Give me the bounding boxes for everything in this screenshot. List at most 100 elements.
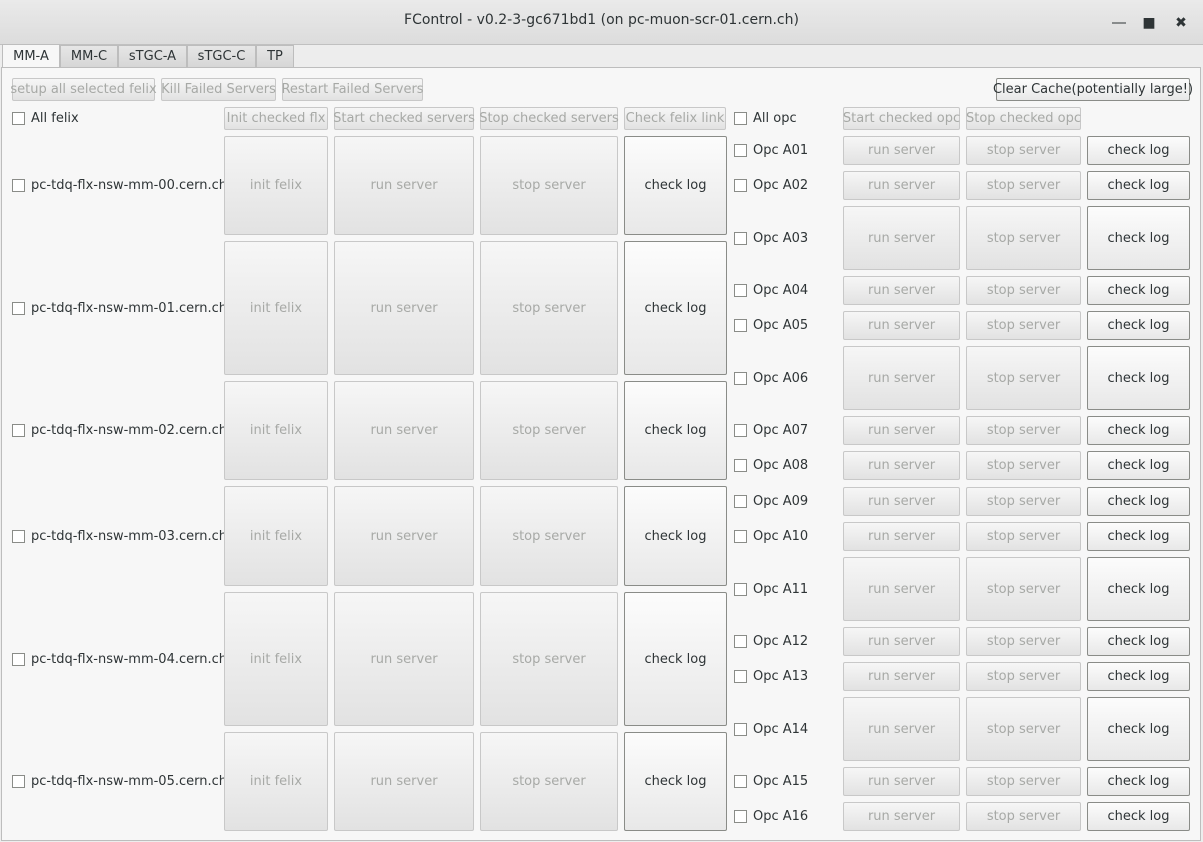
stop-server-button[interactable]: stop server [480, 241, 618, 375]
opc-row-checkbox[interactable]: Opc A15 [734, 774, 808, 789]
run-server-button[interactable]: run server [843, 627, 960, 656]
run-server-button[interactable]: run server [843, 206, 960, 270]
run-server-button[interactable]: run server [843, 802, 960, 831]
felix-row-checkbox[interactable]: pc-tdq-flx-nsw-mm-00.cern.ch [12, 178, 227, 193]
run-server-button[interactable]: run server [334, 732, 474, 831]
opc-row-checkbox[interactable]: Opc A02 [734, 178, 808, 193]
checkbox-box[interactable] [734, 112, 747, 125]
init-felix-button[interactable]: init felix [224, 381, 328, 480]
opc-row-checkbox[interactable]: Opc A12 [734, 634, 808, 649]
init-felix-button[interactable]: init felix [224, 732, 328, 831]
checkbox-box[interactable] [734, 723, 747, 736]
checkbox-box[interactable] [12, 653, 25, 666]
stop-server-button[interactable]: stop server [966, 557, 1081, 621]
opc-row-checkbox[interactable]: Opc A03 [734, 231, 808, 246]
check-log-button[interactable]: check log [624, 136, 727, 235]
stop-server-button[interactable]: stop server [966, 522, 1081, 551]
init-felix-button[interactable]: init felix [224, 592, 328, 726]
start-checked-servers-button[interactable]: Start checked servers [333, 107, 475, 130]
all-opc-checkbox[interactable]: All opc [734, 111, 797, 126]
check-log-button[interactable]: check log [624, 241, 727, 375]
opc-row-checkbox[interactable]: Opc A09 [734, 494, 808, 509]
check-log-button[interactable]: check log [624, 592, 727, 726]
run-server-button[interactable]: run server [334, 592, 474, 726]
checkbox-box[interactable] [734, 284, 747, 297]
checkbox-box[interactable] [734, 530, 747, 543]
run-server-button[interactable]: run server [334, 241, 474, 375]
opc-row-checkbox[interactable]: Opc A08 [734, 458, 808, 473]
opc-row-checkbox[interactable]: Opc A06 [734, 371, 808, 386]
checkbox-box[interactable] [734, 459, 747, 472]
stop-server-button[interactable]: stop server [966, 767, 1081, 796]
check-log-button[interactable]: check log [1087, 522, 1190, 551]
minimize-icon[interactable]: ― [1108, 12, 1130, 34]
run-server-button[interactable]: run server [843, 311, 960, 340]
felix-row-checkbox[interactable]: pc-tdq-flx-nsw-mm-05.cern.ch [12, 774, 227, 789]
checkbox-box[interactable] [12, 775, 25, 788]
run-server-button[interactable]: run server [334, 381, 474, 480]
checkbox-box[interactable] [734, 635, 747, 648]
run-server-button[interactable]: run server [843, 171, 960, 200]
stop-server-button[interactable]: stop server [480, 381, 618, 480]
check-felix-link-button[interactable]: Check felix link [624, 107, 726, 130]
stop-server-button[interactable]: stop server [966, 662, 1081, 691]
checkbox-box[interactable] [734, 319, 747, 332]
run-server-button[interactable]: run server [843, 346, 960, 410]
check-log-button[interactable]: check log [1087, 557, 1190, 621]
opc-row-checkbox[interactable]: Opc A16 [734, 809, 808, 824]
opc-row-checkbox[interactable]: Opc A13 [734, 669, 808, 684]
run-server-button[interactable]: run server [843, 557, 960, 621]
stop-server-button[interactable]: stop server [966, 171, 1081, 200]
stop-server-button[interactable]: stop server [966, 451, 1081, 480]
run-server-button[interactable]: run server [334, 136, 474, 235]
tab-mm-c[interactable]: MM-C [60, 45, 118, 67]
checkbox-box[interactable] [734, 775, 747, 788]
checkbox-box[interactable] [734, 495, 747, 508]
checkbox-box[interactable] [734, 372, 747, 385]
checkbox-box[interactable] [12, 530, 25, 543]
run-server-button[interactable]: run server [843, 276, 960, 305]
run-server-button[interactable]: run server [843, 522, 960, 551]
stop-server-button[interactable]: stop server [966, 311, 1081, 340]
tab-tp[interactable]: TP [256, 45, 294, 67]
stop-server-button[interactable]: stop server [480, 486, 618, 586]
opc-row-checkbox[interactable]: Opc A01 [734, 143, 808, 158]
stop-server-button[interactable]: stop server [480, 136, 618, 235]
stop-server-button[interactable]: stop server [966, 206, 1081, 270]
check-log-button[interactable]: check log [1087, 416, 1190, 445]
all-felix-checkbox[interactable]: All felix [12, 111, 79, 126]
felix-row-checkbox[interactable]: pc-tdq-flx-nsw-mm-02.cern.ch [12, 423, 227, 438]
start-checked-opc-button[interactable]: Start checked opc [843, 107, 960, 130]
checkbox-box[interactable] [12, 179, 25, 192]
setup-all-selected-felix-button[interactable]: setup all selected felix [10, 78, 157, 101]
restart-failed-servers-button[interactable]: Restart Failed Servers [281, 78, 424, 101]
run-server-button[interactable]: run server [843, 767, 960, 796]
check-log-button[interactable]: check log [1087, 662, 1190, 691]
felix-row-checkbox[interactable]: pc-tdq-flx-nsw-mm-01.cern.ch [12, 301, 227, 316]
init-felix-button[interactable]: init felix [224, 136, 328, 235]
init-felix-button[interactable]: init felix [224, 486, 328, 586]
stop-server-button[interactable]: stop server [966, 697, 1081, 761]
check-log-button[interactable]: check log [1087, 136, 1190, 165]
check-log-button[interactable]: check log [1087, 697, 1190, 761]
checkbox-box[interactable] [12, 424, 25, 437]
check-log-button[interactable]: check log [1087, 346, 1190, 410]
opc-row-checkbox[interactable]: Opc A14 [734, 722, 808, 737]
opc-row-checkbox[interactable]: Opc A04 [734, 283, 808, 298]
check-log-button[interactable]: check log [1087, 206, 1190, 270]
checkbox-box[interactable] [734, 144, 747, 157]
felix-row-checkbox[interactable]: pc-tdq-flx-nsw-mm-04.cern.ch [12, 652, 227, 667]
run-server-button[interactable]: run server [843, 662, 960, 691]
run-server-button[interactable]: run server [843, 416, 960, 445]
check-log-button[interactable]: check log [1087, 802, 1190, 831]
maximize-icon[interactable]: ■ [1138, 12, 1160, 34]
init-checked-flx-button[interactable]: Init checked flx [224, 107, 328, 130]
stop-server-button[interactable]: stop server [966, 802, 1081, 831]
opc-row-checkbox[interactable]: Opc A07 [734, 423, 808, 438]
close-icon[interactable]: ✖ [1170, 12, 1192, 34]
tab-mm-a[interactable]: MM-A [2, 44, 60, 68]
init-felix-button[interactable]: init felix [224, 241, 328, 375]
run-server-button[interactable]: run server [843, 697, 960, 761]
stop-checked-opc-button[interactable]: Stop checked opc [966, 107, 1081, 130]
run-server-button[interactable]: run server [843, 451, 960, 480]
